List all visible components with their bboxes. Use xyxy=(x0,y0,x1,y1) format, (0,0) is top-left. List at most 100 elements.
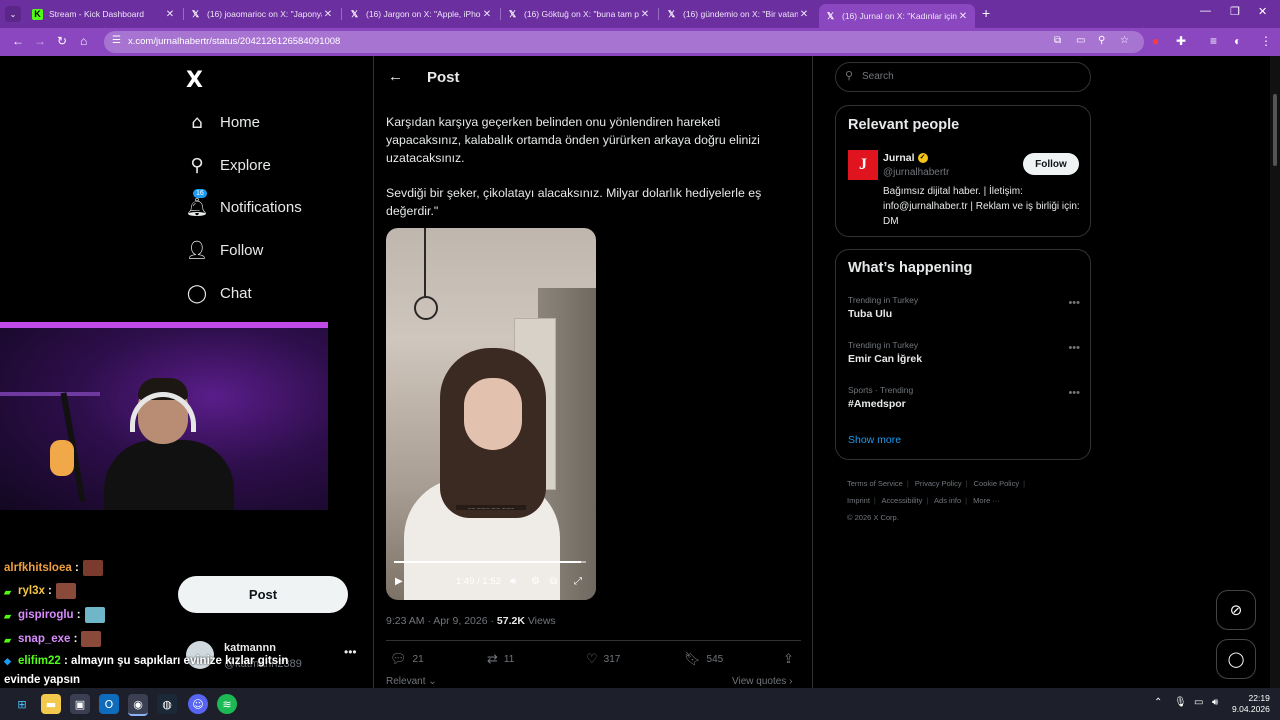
close-tab-icon[interactable]: ✕ xyxy=(481,9,493,20)
reply-sort-dropdown[interactable]: Relevant ⌄ xyxy=(386,676,437,687)
more-icon[interactable]: ••• xyxy=(344,645,357,659)
microphone-icon[interactable]: 🎙︎ xyxy=(1174,697,1187,708)
minimize-window-icon[interactable]: — xyxy=(1200,5,1211,17)
address-bar[interactable]: ☰ x.com/jurnalhabertr/status/20421261265… xyxy=(104,31,1144,53)
tab-search-icon[interactable]: ⌄ xyxy=(5,6,21,22)
video-progress-bar[interactable] xyxy=(394,561,586,563)
more-icon[interactable]: ••• xyxy=(1068,342,1080,354)
scrollbar-thumb[interactable] xyxy=(1273,94,1277,166)
reply-icon: 💬︎ xyxy=(390,652,407,667)
zoom-icon[interactable]: ⚲ xyxy=(1098,35,1105,46)
close-tab-icon[interactable]: ✕ xyxy=(164,9,176,20)
volume-icon[interactable]: 🔊︎ xyxy=(510,576,516,587)
fullscreen-icon[interactable]: ⤢ xyxy=(574,576,582,587)
steam-icon[interactable]: ◍ xyxy=(157,694,177,714)
discord-icon[interactable]: ☺ xyxy=(188,694,208,714)
extensions-puzzle-icon[interactable]: ✚ xyxy=(1176,34,1186,48)
restore-window-icon[interactable]: ❐ xyxy=(1230,5,1240,18)
browser-tab[interactable]: 𝕏 (16) Göktuğ on X: "buna tam p ✕ xyxy=(501,3,657,25)
translate-icon[interactable]: ⧉ xyxy=(1054,35,1061,46)
taskbar-clock[interactable]: 22:19 9.04.2026 xyxy=(1232,693,1270,715)
browser-tab[interactable]: K Stream - Kick Dashboard ✕ xyxy=(26,3,182,25)
home-icon[interactable]: ⌂ xyxy=(80,34,87,48)
back-icon[interactable]: ← xyxy=(12,34,24,48)
back-arrow-icon[interactable]: ← xyxy=(388,68,403,85)
close-window-icon[interactable]: ✕ xyxy=(1258,5,1267,18)
footer-link[interactable]: Cookie Policy xyxy=(974,479,1019,488)
video-player[interactable]: ...... .......... ........ .......... ▶ … xyxy=(386,228,596,600)
share-button[interactable]: ⇪ xyxy=(783,652,800,667)
close-tab-icon[interactable]: ✕ xyxy=(639,9,651,20)
footer-link[interactable]: Privacy Policy xyxy=(915,479,962,488)
search-box[interactable]: ⚲ xyxy=(835,62,1091,92)
person-handle: @jurnalhabertr xyxy=(883,167,950,178)
page-scrollbar[interactable] xyxy=(1270,56,1280,688)
tray-overflow-icon[interactable]: ⌃ xyxy=(1154,697,1162,708)
footer-link[interactable]: More ··· xyxy=(973,496,1000,505)
view-quotes-link[interactable]: View quotes › xyxy=(732,676,792,687)
reading-list-icon[interactable]: ≡ xyxy=(1210,34,1217,48)
close-tab-icon[interactable]: ✕ xyxy=(957,11,969,22)
chrome-icon[interactable]: ◉ xyxy=(128,694,148,716)
more-icon[interactable]: ••• xyxy=(1068,387,1080,399)
network-icon[interactable]: ▭ xyxy=(1194,697,1203,708)
footer-link[interactable]: Imprint xyxy=(847,496,870,505)
relevant-people-card: Relevant people J Jurnal ✓ @jurnalhabertr… xyxy=(835,105,1091,237)
forward-icon[interactable]: → xyxy=(34,34,46,48)
search-input[interactable] xyxy=(860,70,1074,83)
footer-link[interactable]: Accessibility xyxy=(882,496,923,505)
reply-button[interactable]: 💬︎ 21 xyxy=(390,652,424,667)
windows-start-icon[interactable]: ⊞ xyxy=(12,694,32,714)
sidebar-item-notifications[interactable]: 🔔︎ 16 Notifications xyxy=(186,189,302,222)
show-more-link[interactable]: Show more xyxy=(848,434,901,446)
sidebar-item-follow[interactable]: 👤︎ Follow xyxy=(186,235,264,265)
settings-icon[interactable]: ⚙ xyxy=(531,576,540,587)
sidebar-item-explore[interactable]: ⚲ Explore xyxy=(186,150,270,180)
play-icon[interactable]: ▶ xyxy=(395,576,403,587)
volume-icon[interactable]: 🔊︎ xyxy=(1212,697,1218,708)
reload-icon[interactable]: ↻ xyxy=(57,34,67,48)
close-tab-icon[interactable]: ✕ xyxy=(322,9,334,20)
person-name[interactable]: Jurnal ✓ xyxy=(883,152,928,164)
post-timestamp[interactable]: 9:23 AM · Apr 9, 2026 · xyxy=(386,615,497,627)
profile-avatar[interactable]: ◐ xyxy=(1234,34,1241,48)
x-logo[interactable]: X xyxy=(186,68,203,93)
follow-button[interactable]: Follow xyxy=(1023,153,1079,175)
trend-item[interactable]: Trending in Turkey Tuba Ulu ••• xyxy=(848,295,1080,320)
grok-icon[interactable]: ⊘ xyxy=(1216,590,1256,630)
footer-link[interactable]: Ads info xyxy=(934,496,961,505)
separator: | xyxy=(1023,479,1026,488)
site-info-icon[interactable]: ☰ xyxy=(112,35,121,46)
picture-in-picture-icon[interactable]: ⧉ xyxy=(550,576,557,587)
chat-emote xyxy=(82,560,103,576)
person-bio: Bağımsız dijital haber. | İletişim: info… xyxy=(883,186,1080,227)
browser-tab[interactable]: 𝕏 (16) gündemio on X: "Bir vatan ✕ xyxy=(660,3,816,25)
file-explorer-icon[interactable]: ▬ xyxy=(41,694,61,714)
browser-menu-icon[interactable]: ⋮ xyxy=(1260,34,1272,48)
new-tab-button[interactable]: + xyxy=(982,5,990,21)
extension-icon[interactable]: ● xyxy=(1152,34,1159,48)
bookmark-button[interactable]: 🔖︎ 545 xyxy=(684,652,723,667)
footer-link[interactable]: Terms of Service xyxy=(847,479,903,488)
chat-emote xyxy=(84,607,105,623)
bookmark-star-icon[interactable]: ☆ xyxy=(1120,35,1129,46)
messages-icon[interactable]: ◯ xyxy=(1216,639,1256,679)
repost-button[interactable]: ⇄ 11 xyxy=(487,652,514,667)
spotify-icon[interactable]: ≋ xyxy=(217,694,237,714)
url-text[interactable]: x.com/jurnalhabertr/status/2042126126584… xyxy=(128,36,340,47)
more-icon[interactable]: ••• xyxy=(1068,297,1080,309)
trend-item[interactable]: Sports · Trending #Amedspor ••• xyxy=(848,385,1080,410)
sidebar-item-chat[interactable]: ◯ Chat xyxy=(186,278,252,308)
browser-tab[interactable]: 𝕏 (16) Jurnal on X: "Kadınlar için ✕ xyxy=(819,4,975,28)
outlook-icon[interactable]: O xyxy=(99,694,119,714)
like-button[interactable]: ♡ 317 xyxy=(586,652,620,667)
browser-tab[interactable]: 𝕏 (16) Jargon on X: "Apple, iPhon ✕ xyxy=(343,3,499,25)
browser-tab[interactable]: 𝕏 (16) joaomarioc on X: "Japonya ✕ xyxy=(184,3,340,25)
close-tab-icon[interactable]: ✕ xyxy=(798,9,810,20)
sidebar-item-label: Notifications xyxy=(220,198,302,216)
store-icon[interactable]: ▣ xyxy=(70,694,90,714)
cast-icon[interactable]: ▭ xyxy=(1076,35,1085,46)
avatar[interactable]: J xyxy=(848,150,878,180)
trend-item[interactable]: Trending in Turkey Emir Can İğrek ••• xyxy=(848,340,1080,365)
sidebar-item-home[interactable]: ⌂ Home xyxy=(186,107,260,137)
